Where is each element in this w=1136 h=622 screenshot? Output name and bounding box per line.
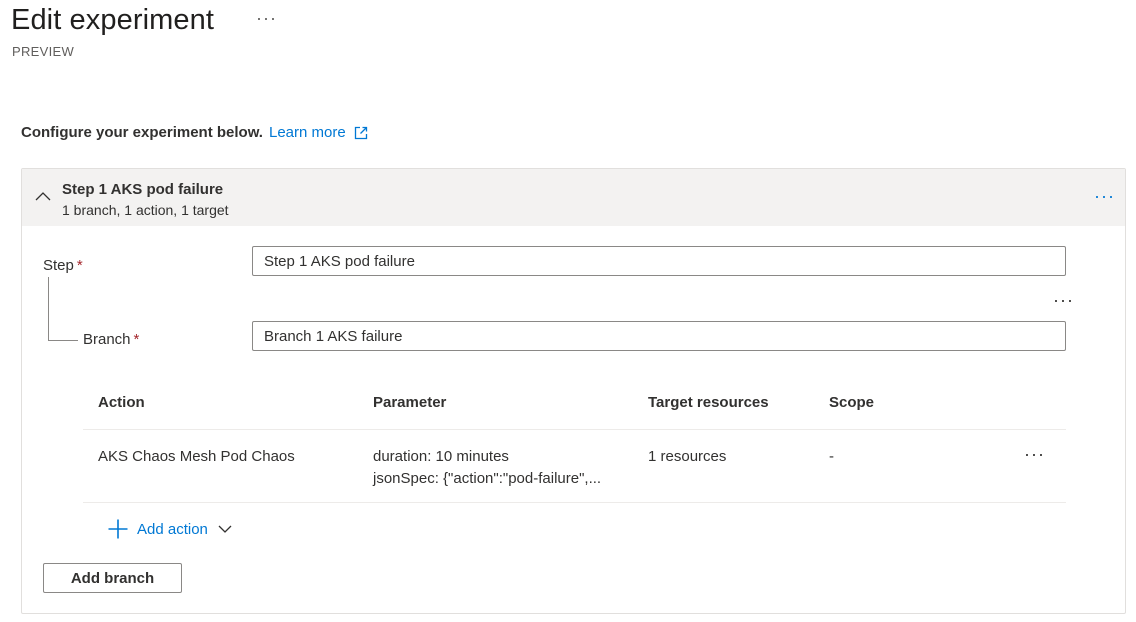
table-divider [83,429,1066,430]
tree-connector-horizontal [48,340,78,341]
page-title: Edit experiment [11,4,214,36]
column-header-target-resources: Target resources [648,394,769,411]
step-more-button[interactable]: ··· [1094,186,1115,207]
target-resources-cell: 1 resources [648,448,727,465]
tree-connector-vertical [48,277,49,340]
scope-cell: - [829,448,834,465]
column-header-action: Action [98,394,145,411]
branch-name-input[interactable] [252,321,1066,351]
step-field-label: Step * [43,257,83,274]
branch-label-text: Branch [83,331,131,348]
learn-more-label: Learn more [268,124,346,141]
branch-field-label: Branch * [83,331,139,348]
step-card: Step 1 AKS pod failure 1 branch, 1 actio… [21,168,1126,614]
action-cell[interactable]: AKS Chaos Mesh Pod Chaos [98,448,295,465]
add-branch-button[interactable]: Add branch [43,563,182,593]
step-name-input[interactable] [252,246,1066,276]
chevron-down-icon [218,525,232,533]
step-header[interactable]: Step 1 AKS pod failure 1 branch, 1 actio… [22,169,1125,226]
step-summary: 1 branch, 1 action, 1 target [62,202,229,218]
learn-more-link[interactable]: Learn more [269,124,368,141]
parameter-cell-duration: duration: 10 minutes [373,448,509,465]
configure-text: Configure your experiment below. [21,124,263,141]
column-header-parameter: Parameter [373,394,447,411]
column-header-scope: Scope [829,394,875,411]
step-label-text: Step [43,257,74,274]
row-more-button[interactable]: ··· [1024,444,1045,465]
preview-label: PREVIEW [12,44,75,59]
add-action-button[interactable]: Add action [107,517,232,541]
chevron-up-icon[interactable] [34,190,52,202]
required-marker: * [133,331,140,348]
table-divider [83,502,1066,503]
external-link-icon [354,126,367,139]
step-title: Step 1 AKS pod failure [62,181,224,198]
required-marker: * [76,257,83,274]
branch-more-button[interactable]: ··· [1053,290,1074,311]
parameter-cell-jsonspec: jsonSpec: {"action":"pod-failure",... [373,470,602,487]
more-options-button[interactable]: ··· [256,8,277,28]
configure-intro: Configure your experiment below. Learn m… [21,124,368,141]
plus-icon [108,519,128,539]
add-action-label: Add action [137,520,208,538]
